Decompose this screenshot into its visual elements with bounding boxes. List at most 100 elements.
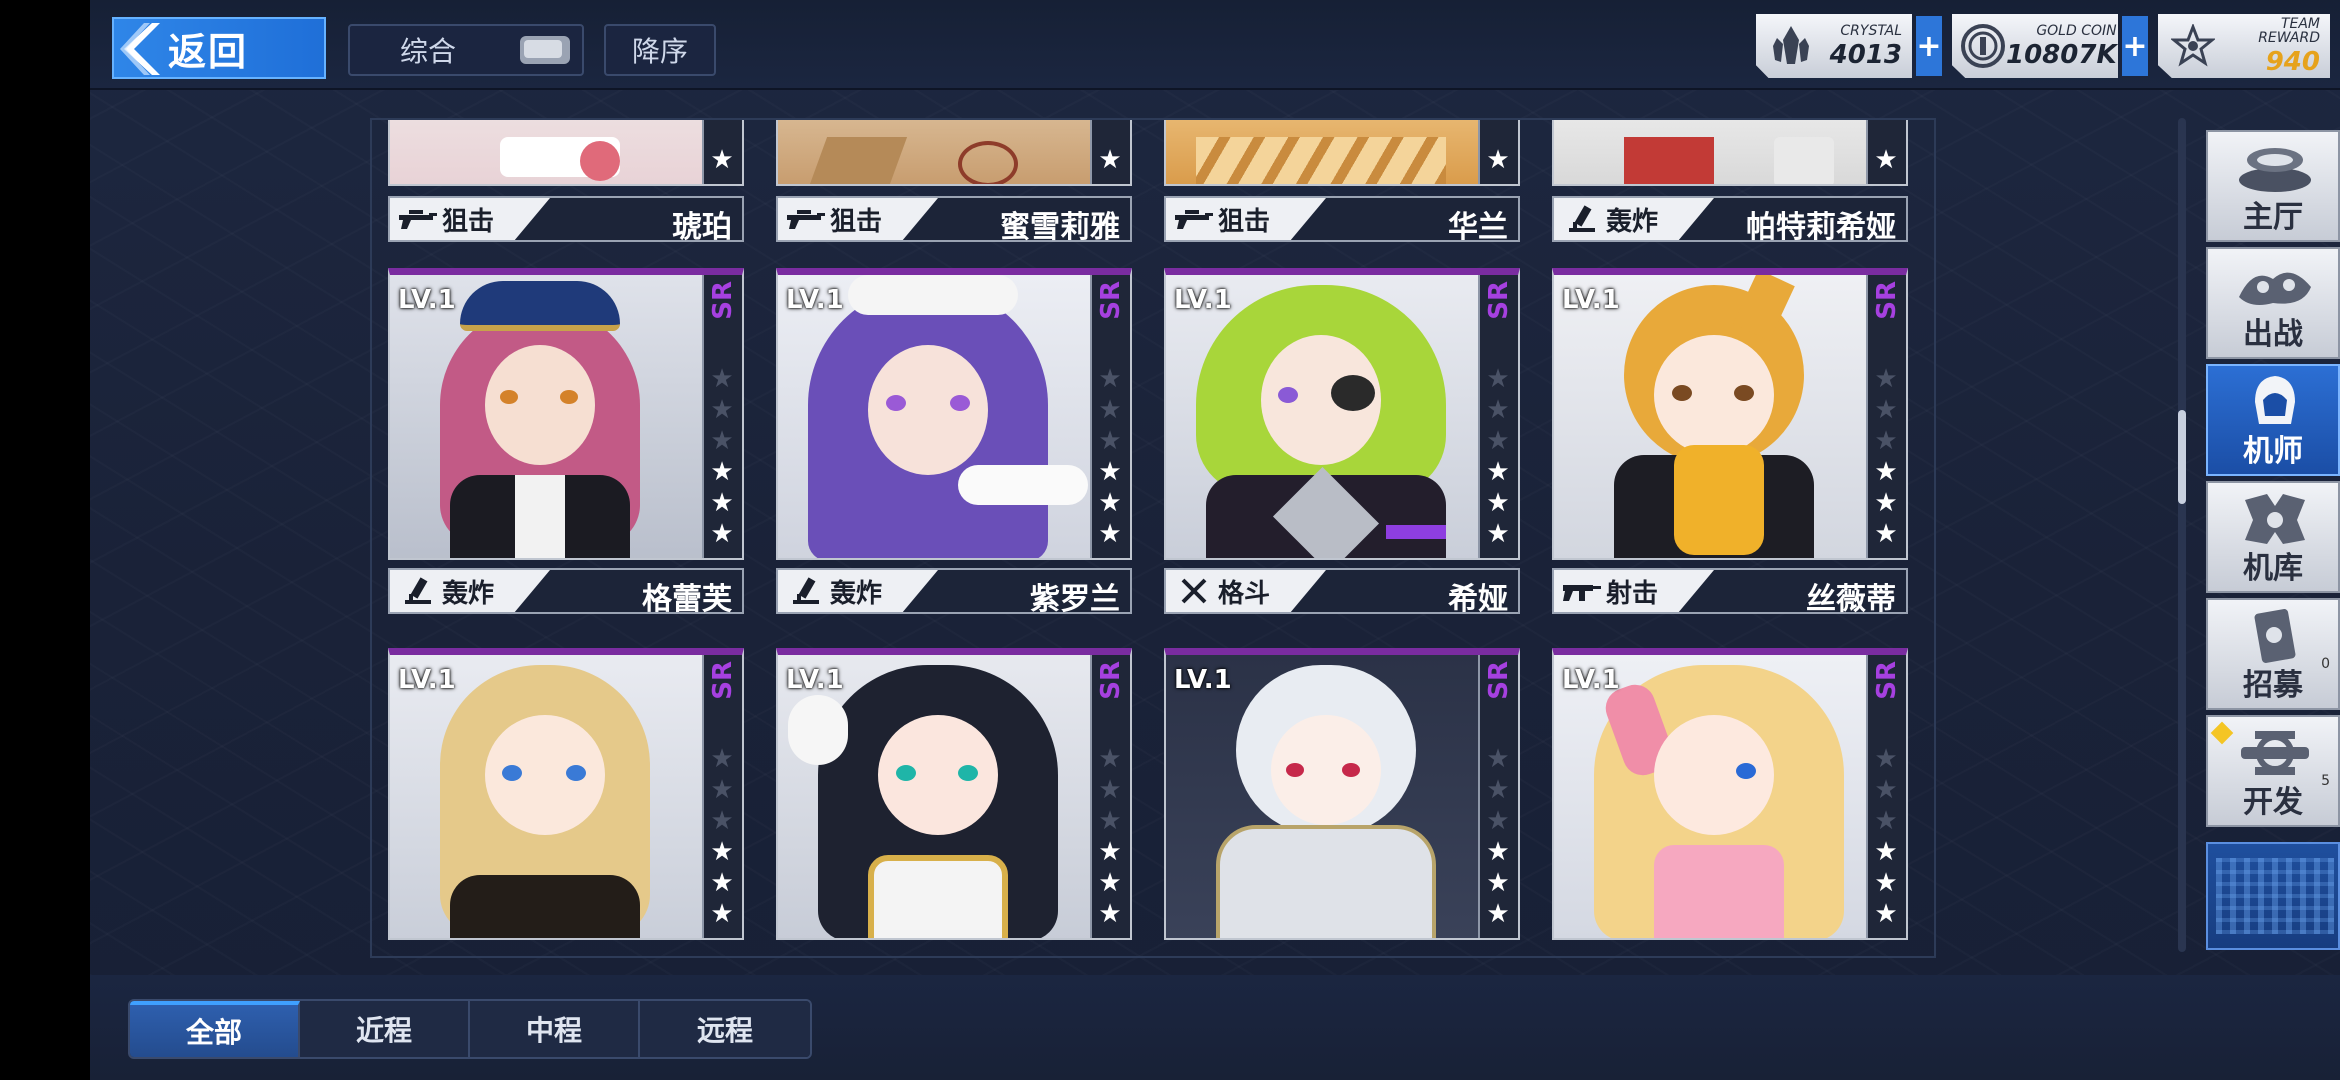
tab-mid-range[interactable]: 中程	[470, 1001, 640, 1057]
rarity-sr: SR	[1484, 661, 1514, 700]
pilot-class: 狙击	[830, 206, 883, 237]
pilot-class: 狙击	[1218, 206, 1271, 237]
star-icon: ★	[710, 899, 734, 929]
gold-coin-icon	[1960, 19, 2006, 73]
rarity-sr: SR	[1096, 661, 1126, 700]
pilot-portrait: ★	[388, 120, 744, 186]
rifle-icon	[1562, 576, 1602, 606]
pilot-portrait: SR LV.1 ★ ★ ★ ★ ★ ★	[1552, 268, 1908, 560]
pilot-namebar: 狙击 琥珀	[388, 196, 744, 245]
star-icon: ★	[1098, 426, 1122, 456]
pilot-class: 轰炸	[830, 578, 883, 609]
star-icon: ★	[1098, 899, 1122, 929]
pilot-portrait: ★	[1552, 120, 1908, 186]
nav-sortie[interactable]: 出战	[2206, 247, 2340, 359]
nav-label: 主厅	[2243, 200, 2303, 235]
nav-label: 开发	[2243, 785, 2303, 820]
star-icon: ★	[710, 426, 734, 456]
star-icon: ★	[710, 806, 734, 836]
pilot-namebar: 狙击 华兰	[1164, 196, 1520, 245]
pilot-name: 丝薇蒂	[1806, 582, 1896, 617]
hangar-icon	[2230, 489, 2320, 549]
tab-short-range[interactable]: 近程	[300, 1001, 470, 1057]
sort-order-label: 降序	[631, 35, 688, 68]
nav-lobby[interactable]: 主厅	[2206, 130, 2340, 242]
pilot-name: 蜜雪莉雅	[1000, 210, 1120, 245]
star-icon: ★	[1098, 145, 1122, 175]
grid-scrollbar-thumb[interactable]	[2178, 410, 2186, 504]
portrait-art	[390, 275, 702, 558]
star-icon: ★	[710, 364, 734, 394]
pilot-portrait: SR LV.1 ★ ★ ★ ★ ★ ★	[776, 268, 1132, 560]
star-icon: ★	[1486, 744, 1510, 774]
crystal-caption: CRYSTAL	[1840, 23, 1902, 39]
star-icon: ★	[1098, 364, 1122, 394]
star-icon: ★	[1486, 457, 1510, 487]
portrait-art	[1166, 275, 1478, 558]
nav-recruit[interactable]: 0 招募	[2206, 598, 2340, 710]
star-icon: ★	[1486, 837, 1510, 867]
star-icon: ★	[1874, 488, 1898, 518]
star-rating: ★ ★ ★ ★ ★ ★	[1484, 744, 1512, 930]
pilot-portrait: SR LV.1 ★ ★ ★ ★ ★ ★	[388, 648, 744, 940]
sort-order-button[interactable]: 降序	[604, 24, 716, 76]
recruit-icon	[2230, 606, 2320, 666]
pilot-level: LV.1	[786, 285, 844, 315]
sniper-rifle-icon	[786, 204, 826, 234]
star-icon: ★	[1874, 868, 1898, 898]
portrait-art	[1166, 120, 1478, 184]
star-icon: ★	[1098, 744, 1122, 774]
team-reward-caption: TEAM REWARD	[2258, 16, 2320, 46]
tab-all[interactable]: 全部	[130, 1001, 300, 1057]
pilot-namebar: 轰炸 帕特莉希娅	[1552, 196, 1908, 245]
tab-long-range[interactable]: 远程	[640, 1001, 810, 1057]
star-rating: ★ ★ ★ ★ ★ ★	[1096, 364, 1124, 550]
grid-scrollbar-track[interactable]	[2178, 118, 2186, 952]
rarity-sr: SR	[1872, 661, 1902, 700]
rarity-sr: SR	[1484, 281, 1514, 320]
pilot-level: LV.1	[398, 665, 456, 695]
bomb-launcher-icon	[786, 576, 826, 606]
star-icon: ★	[710, 145, 734, 175]
star-icon: ★	[1098, 519, 1122, 549]
toggle-icon[interactable]	[520, 36, 570, 64]
gold-coin-counter: GOLD COIN 10807K	[1952, 14, 2118, 78]
star-icon: ★	[1874, 395, 1898, 425]
star-icon: ★	[1098, 868, 1122, 898]
sortie-icon	[2230, 255, 2320, 315]
star-icon: ★	[1486, 364, 1510, 394]
star-rating: ★ ★ ★ ★ ★ ★	[1484, 364, 1512, 550]
star-icon: ★	[1874, 837, 1898, 867]
pilot-portrait: SR LV.1 ★ ★ ★ ★ ★ ★	[776, 648, 1132, 940]
pilot-portrait: SR LV.1 ★ ★ ★ ★ ★ ★	[1164, 648, 1520, 940]
pilot-screen: 返回 综合 降序 CRYSTAL 4013 + GOLD COIN 10807K +	[90, 0, 2340, 1080]
gold-coin-caption: GOLD COIN	[2036, 23, 2117, 39]
add-gold-button[interactable]: +	[2122, 16, 2148, 76]
star-icon: ★	[1874, 364, 1898, 394]
pilot-portrait: ★	[1164, 120, 1520, 186]
pilot-level: LV.1	[1174, 665, 1232, 695]
star-icon: ★	[710, 457, 734, 487]
star-icon: ★	[1486, 519, 1510, 549]
star-icon: ★	[710, 775, 734, 805]
pilot-name: 华兰	[1448, 210, 1508, 245]
pilot-portrait: SR LV.1 ★ ★ ★ ★ ★ ★	[1164, 268, 1520, 560]
sniper-rifle-icon	[1174, 204, 1214, 234]
star-icon: ★	[1874, 519, 1898, 549]
nav-develop[interactable]: 5 开发	[2206, 715, 2340, 827]
nav-pilot[interactable]: 机师	[2206, 364, 2340, 476]
add-crystal-button[interactable]: +	[1916, 16, 1942, 76]
sort-mode-button[interactable]: 综合	[348, 24, 584, 76]
star-rating: ★ ★ ★ ★ ★ ★	[708, 744, 736, 930]
star-icon: ★	[1874, 457, 1898, 487]
pilot-level: LV.1	[786, 665, 844, 695]
star-rating: ★ ★ ★ ★ ★ ★	[1872, 744, 1900, 930]
pilot-level: LV.1	[398, 285, 456, 315]
base-minimap[interactable]	[2206, 842, 2340, 950]
back-button[interactable]: 返回	[112, 17, 326, 79]
chevron-left-icon	[114, 19, 162, 77]
nav-hangar[interactable]: 机库	[2206, 481, 2340, 593]
portrait-art	[390, 655, 702, 938]
top-bar: 返回 综合 降序 CRYSTAL 4013 + GOLD COIN 10807K +	[90, 0, 2340, 90]
side-nav: 主厅 出战 机师 机库 0 招募 5 开发	[2206, 130, 2340, 950]
